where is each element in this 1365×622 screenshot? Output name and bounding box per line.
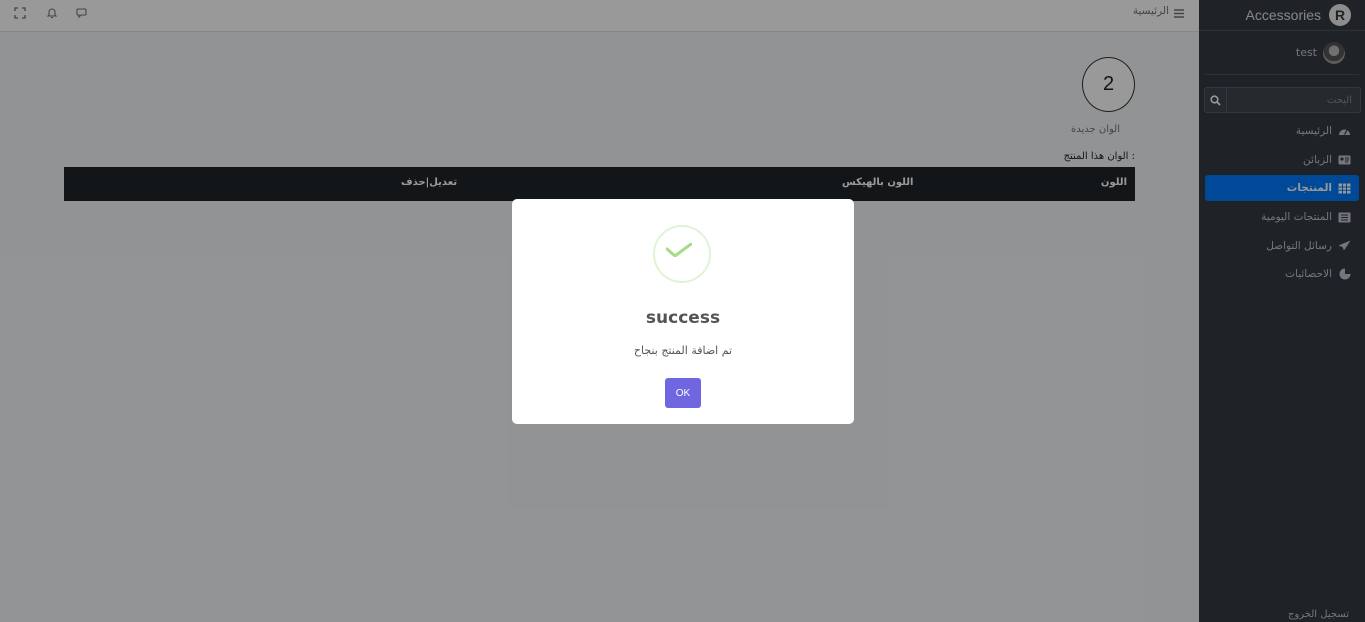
dialog-title: success	[645, 308, 721, 328]
ok-button[interactable]: OK	[665, 378, 701, 408]
dialog-message: تم اضافة المنتج بنجاح	[633, 344, 733, 357]
success-check-icon	[653, 225, 711, 283]
success-dialog: success تم اضافة المنتج بنجاح OK	[512, 199, 854, 424]
